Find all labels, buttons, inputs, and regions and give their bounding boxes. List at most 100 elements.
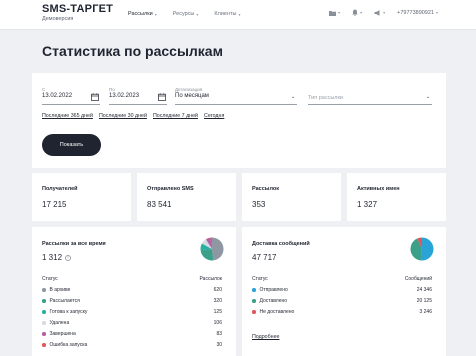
detail-value: По месяцам [175,93,209,99]
stat-card-recipients: Получателей 17 215 [32,173,131,221]
details-link[interactable]: Подробнее [252,334,279,340]
list-item: Ошибка запуска [42,340,87,350]
nav-item-label: Рассылки [128,11,153,17]
nav-item-label: Ресурсы [172,11,195,17]
stat-label: Активных имен [357,186,400,192]
stat-card-mailings: Рассылок 353 [242,173,341,221]
row-value: 83 [216,331,222,337]
list-item: Готова к запуску [42,307,87,317]
row-label: Не доставлено [259,309,295,315]
chevron-down-icon: ⌄ [426,94,431,100]
nav-item-mailings[interactable]: Рассылки ▾ [128,11,157,17]
delivery-panel: Доставка сообщений 47 717 Статус Сообщен… [242,227,446,356]
pie-slice [212,237,224,261]
mailings-panel: Рассылки за все время 1 312 ? Статус Рас… [32,227,236,356]
panel-total: 47 717 [252,253,276,262]
row-label: Ошибка запуска [49,342,88,348]
nav-item-resources[interactable]: Ресурсы ▾ [173,11,199,17]
list-item: Доставлено [252,296,287,306]
notifications-button[interactable]: ▾ [352,9,362,16]
detail-label: Детализация [175,87,203,92]
list-item: Отправлено [252,285,288,295]
row-label: Удалена [49,320,70,326]
row-label: Доставлено [259,298,288,304]
detail-select[interactable]: Детализация По месяцам ⌄ [175,87,297,105]
date-from-field[interactable]: С 13.02.2022 [42,87,100,105]
megaphone-icon [374,9,380,16]
calendar-icon[interactable] [91,93,99,101]
field-underline [42,104,100,105]
row-value: 106 [213,320,222,326]
mailing-type-placeholder: Тип рассылки [308,95,343,101]
panel-total-value: 47 717 [252,253,277,262]
pie-slice [421,237,434,261]
chevron-down-icon: ▾ [383,10,386,15]
list-item: В архиве [42,285,70,295]
chevron-down-icon: ⌄ [291,94,296,100]
brand[interactable]: SMS-ТАРГЕТ Демоверсия [42,3,113,22]
field-underline [109,104,167,105]
list-item: Удалена [42,318,69,328]
col-count-header: Сообщений [404,276,432,282]
row-label: В архиве [49,287,71,293]
link-today[interactable]: Сегодня [204,113,224,119]
stat-label: Получателей [42,186,78,192]
field-underline [308,104,432,105]
user-phone: +79773890921 [397,9,434,16]
brand-logo-text: SMS-ТАРГЕТ [42,3,114,15]
row-value: 620 [213,287,222,293]
col-status-header: Статус [42,276,58,282]
panel-title: Рассылки за все время [42,241,106,247]
panel-title: Доставка сообщений [252,241,310,247]
status-dot [42,332,46,336]
show-button[interactable]: Показать [42,134,101,156]
row-value: 24 346 [416,287,432,293]
row-label: Рассылается [49,298,80,304]
status-dot [252,310,256,314]
date-to-field[interactable]: По 13.02.2023 [109,87,167,105]
page-title: Статистика по рассылкам [42,43,223,59]
folder-icon [329,10,337,16]
mailing-type-select[interactable]: Тип рассылки ⌄ [308,87,432,105]
row-value: 20 125 [416,298,432,304]
chevron-down-icon: ▾ [154,11,157,17]
stat-value: 83 541 [147,200,172,209]
link-last-7-days[interactable]: Последние 7 дней [153,113,198,119]
account-name: Демоверсия [42,16,74,22]
chevron-down-icon: ▾ [338,10,341,15]
chevron-down-icon: ▾ [196,11,199,17]
chevron-down-icon: ▾ [238,11,241,17]
panel-total: 1 312 ? [42,253,72,262]
status-dot [252,288,256,292]
stat-label: Отправлено SMS [147,186,194,192]
folder-button[interactable]: ▾ [329,10,340,16]
chevron-down-icon: ▾ [360,10,363,15]
list-item: Рассылается [42,296,80,306]
status-dot [42,343,46,347]
nav-item-label: Клиенты [214,11,237,17]
col-status-header: Статус [252,276,268,282]
date-to-label: По [109,87,115,92]
news-button[interactable]: ▾ [374,9,386,16]
row-label: Готова к запуску [49,309,88,315]
status-dot [42,321,46,325]
chevron-down-icon: ▾ [435,10,438,15]
row-label: Завершена [49,331,76,337]
row-value: 320 [213,298,222,304]
main-nav: Рассылки ▾ Ресурсы ▾ Клиенты ▾ [128,11,256,17]
row-value: 125 [213,309,222,315]
calendar-icon[interactable] [158,93,166,101]
list-item: Завершена [42,329,76,339]
nav-item-clients[interactable]: Клиенты ▾ [214,11,240,17]
header-actions: ▾ ▾ ▾ +79773890921 ▾ [329,9,438,16]
link-last-30-days[interactable]: Последние 30 дней [99,113,147,119]
status-dot [42,310,46,314]
profile-menu[interactable]: +79773890921 ▾ [397,10,438,16]
filter-card: С 13.02.2022 По 13.02.2023 Детализация П… [32,73,446,168]
link-last-365-days[interactable]: Последние 365 дней [42,113,93,119]
mailings-pie-chart [200,237,224,261]
info-icon[interactable]: ? [65,254,72,261]
row-value: 3 246 [419,309,432,315]
stat-card-sms-sent: Отправлено SMS 83 541 [137,173,236,221]
list-item: Не доставлено [252,307,294,317]
